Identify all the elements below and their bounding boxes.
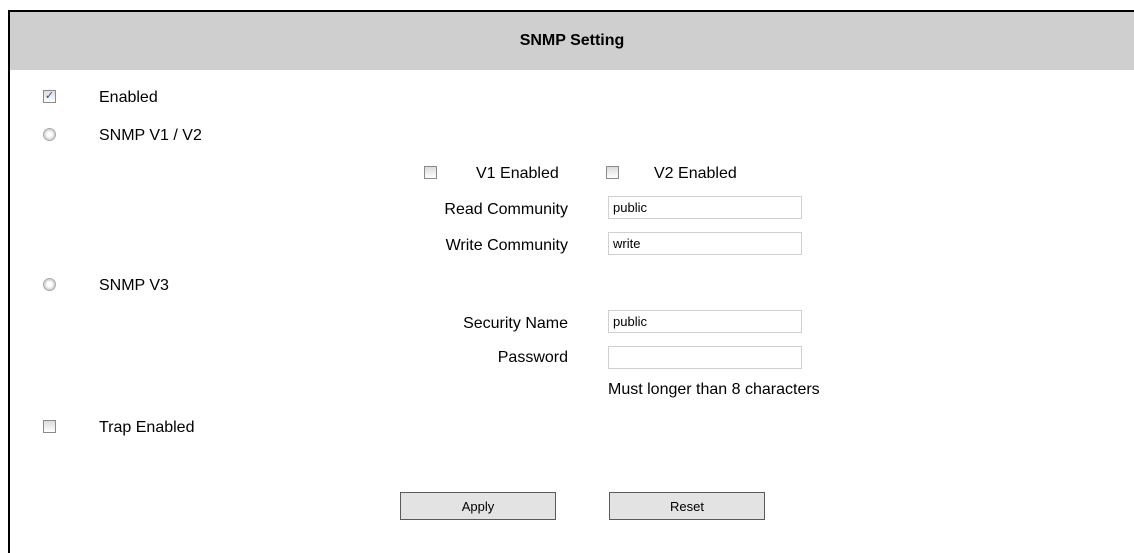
write-community-input[interactable] (608, 232, 802, 255)
read-community-input[interactable] (608, 196, 802, 219)
snmp-v1v2-label: SNMP V1 / V2 (99, 127, 202, 144)
security-name-label: Security Name (463, 315, 568, 332)
password-label: Password (497, 349, 568, 366)
snmp-v3-radio[interactable] (43, 278, 56, 291)
trap-enabled-label: Trap Enabled (99, 419, 195, 436)
panel-header: SNMP Setting (10, 12, 1134, 70)
trap-enabled-checkbox[interactable] (43, 420, 56, 433)
v1-enabled-label: V1 Enabled (476, 165, 559, 182)
reset-button[interactable]: Reset (609, 492, 765, 520)
password-hint: Must longer than 8 characters (608, 381, 820, 398)
checkmark-icon: ✓ (44, 90, 55, 102)
v2-enabled-checkbox[interactable] (606, 166, 619, 179)
v2-enabled-label: V2 Enabled (654, 165, 737, 182)
enabled-label: Enabled (99, 89, 158, 106)
v1-enabled-checkbox[interactable] (424, 166, 437, 179)
read-community-label: Read Community (444, 201, 568, 218)
enabled-checkbox[interactable]: ✓ (43, 90, 56, 103)
snmp-settings-panel: SNMP Setting ✓ Enabled SNMP V1 / V2 V1 E… (8, 10, 1134, 553)
apply-button[interactable]: Apply (400, 492, 556, 520)
panel-title: SNMP Setting (519, 32, 625, 49)
password-input[interactable] (608, 346, 802, 369)
snmp-v1v2-radio[interactable] (43, 128, 56, 141)
security-name-input[interactable] (608, 310, 802, 333)
write-community-label: Write Community (445, 237, 568, 254)
snmp-v3-label: SNMP V3 (99, 277, 169, 294)
